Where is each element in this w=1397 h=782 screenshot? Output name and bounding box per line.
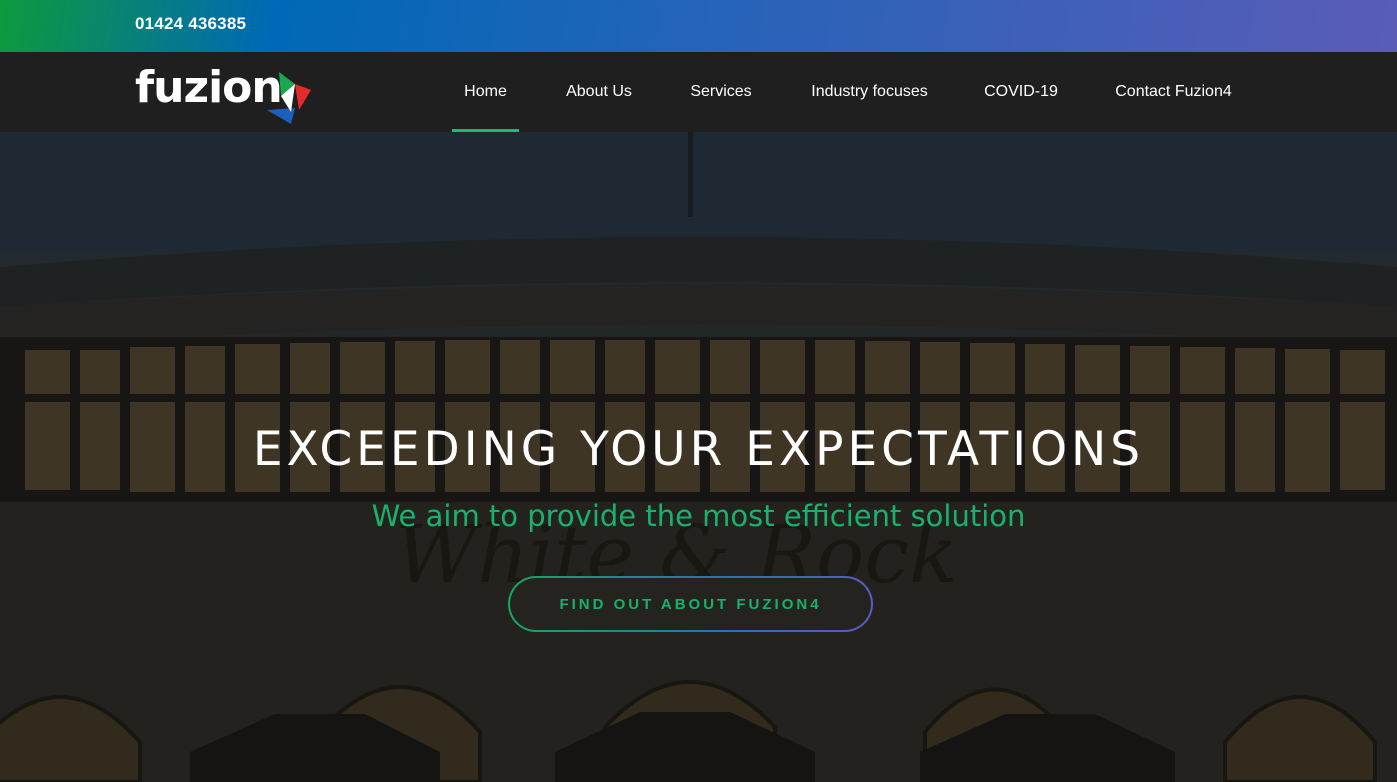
- phone-number[interactable]: 01424 436385: [135, 14, 246, 34]
- hero-subline: We aim to provide the most efficient sol…: [371, 499, 1026, 533]
- fuzion4-logo[interactable]: fuzion: [135, 62, 325, 124]
- main-navbar: fuzion Home About Us Services Industry f…: [0, 52, 1397, 132]
- hero-headline: EXCEEDING YOUR EXPECTATIONS: [252, 422, 1145, 477]
- nav-covid-19[interactable]: COVID-19: [982, 52, 1060, 132]
- find-out-button-label: FIND OUT ABOUT FUZION4: [510, 578, 871, 630]
- nav-about-us[interactable]: About Us: [560, 52, 638, 132]
- hero-banner: White & Rock EXCEEDING YOUR EXPECTATIONS…: [0, 132, 1397, 782]
- nav-industry-focuses[interactable]: Industry focuses: [803, 52, 936, 132]
- logo-4-icon: [267, 72, 311, 124]
- nav-services[interactable]: Services: [685, 52, 757, 132]
- nav-contact[interactable]: Contact Fuzion4: [1108, 52, 1239, 132]
- logo-wordmark: fuzion: [135, 62, 283, 113]
- nav-home[interactable]: Home: [452, 52, 519, 132]
- find-out-button[interactable]: FIND OUT ABOUT FUZION4: [508, 576, 873, 632]
- top-contact-bar: 01424 436385: [0, 0, 1397, 52]
